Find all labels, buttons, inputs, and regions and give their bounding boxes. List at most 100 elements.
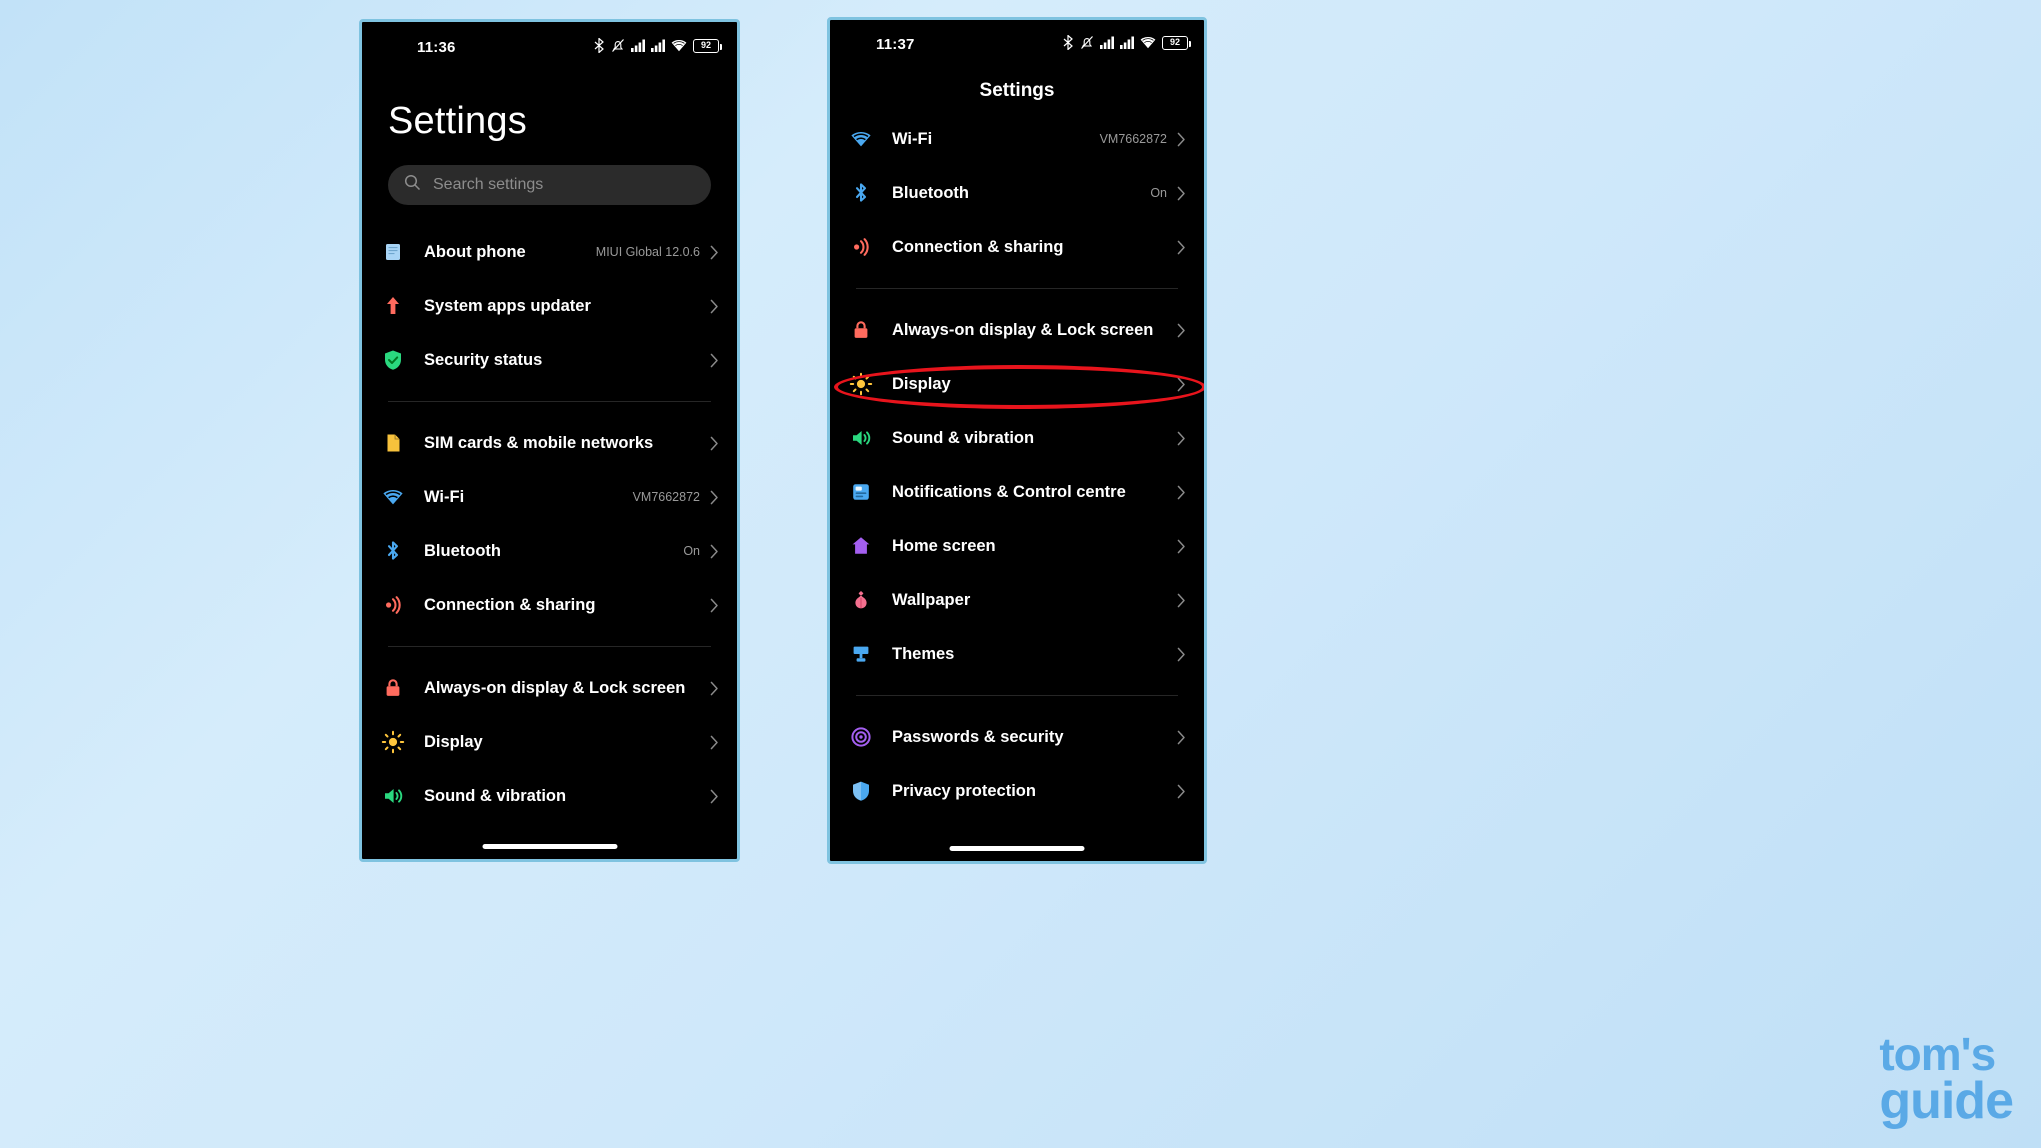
settings-row-connection-sharing[interactable]: Connection & sharing (380, 578, 719, 632)
connection-sharing-icon (380, 592, 406, 618)
display-icon (380, 729, 406, 755)
settings-row-label: About phone (424, 242, 526, 261)
chevron-right-icon (710, 598, 719, 613)
display-icon (848, 371, 874, 397)
settings-row-label: SIM cards & mobile networks (424, 433, 654, 452)
battery-percent: 92 (1169, 37, 1180, 47)
settings-row-always-on-display-lock-screen[interactable]: Always-on display & Lock screen (380, 661, 719, 715)
chevron-right-icon (1177, 132, 1186, 147)
settings-row-value: MIUI Global 12.0.6 (595, 245, 700, 259)
settings-row-home-screen[interactable]: Home screen (848, 519, 1186, 573)
settings-row-bluetooth[interactable]: Bluetooth On (380, 524, 719, 578)
about-phone-icon (380, 239, 406, 265)
settings-row-wi-fi[interactable]: Wi-Fi VM7662872 (848, 112, 1186, 166)
settings-row-value: On (1150, 186, 1167, 200)
settings-row-bluetooth[interactable]: Bluetooth On (848, 166, 1186, 220)
chevron-right-icon (710, 353, 719, 368)
watermark-line2: guide (1879, 1071, 2014, 1130)
settings-row-label: Sound & vibration (424, 786, 567, 805)
settings-row-label: Connection & sharing (892, 237, 1064, 256)
chevron-right-icon (1177, 323, 1186, 338)
themes-icon (848, 641, 874, 667)
search-settings-container: Search settings (362, 143, 737, 205)
settings-row-label: Wi-Fi (424, 487, 465, 506)
settings-row-wallpaper[interactable]: Wallpaper (848, 573, 1186, 627)
chevron-right-icon (710, 735, 719, 750)
search-input[interactable]: Search settings (388, 165, 711, 205)
system-apps-updater-icon (380, 293, 406, 319)
settings-row-label: Wi-Fi (892, 129, 933, 148)
bluetooth-icon (848, 180, 874, 206)
settings-row-label: Wallpaper (892, 590, 971, 609)
settings-row-label: Connection & sharing (424, 595, 596, 614)
settings-row-label: Bluetooth (892, 183, 969, 202)
settings-row-system-apps-updater[interactable]: System apps updater (380, 279, 719, 333)
status-bar-clock: 11:37 (876, 35, 915, 53)
chevron-right-icon (710, 490, 719, 505)
privacy-protection-icon (848, 778, 874, 804)
security-status-icon (380, 347, 406, 373)
settings-row-about-phone[interactable]: About phone MIUI Global 12.0.6 (380, 225, 719, 279)
wifi-icon (380, 484, 406, 510)
settings-row-sim-cards-mobile-networks[interactable]: SIM cards & mobile networks (380, 416, 719, 470)
sound-vibration-icon (848, 425, 874, 451)
settings-row-connection-sharing[interactable]: Connection & sharing (848, 220, 1186, 274)
chevron-right-icon (1177, 485, 1186, 500)
chevron-right-icon (1177, 593, 1186, 608)
list-divider (388, 401, 711, 402)
settings-row-label: Sound & vibration (892, 428, 1035, 447)
status-bar-icons: 92 (1063, 35, 1191, 50)
settings-row-label: Home screen (892, 536, 996, 555)
chevron-right-icon (1177, 647, 1186, 662)
battery-percent: 92 (700, 40, 711, 50)
settings-row-label: Notifications & Control centre (892, 482, 1126, 501)
settings-row-wi-fi[interactable]: Wi-Fi VM7662872 (380, 470, 719, 524)
page-title: Settings (388, 100, 527, 142)
chevron-right-icon (1177, 431, 1186, 446)
settings-row-sound-vibration[interactable]: Sound & vibration (380, 769, 719, 823)
settings-list-right[interactable]: Wi-Fi VM7662872 Bluetooth On Connection & sh… (830, 102, 1204, 818)
chevron-right-icon (710, 544, 719, 559)
settings-row-value: VM7662872 (632, 490, 700, 504)
phone-screenshot-left: 11:36 92 Settings Search settings About … (359, 19, 740, 862)
page-title: Settings (979, 80, 1055, 101)
signal-bars-icon (631, 39, 645, 52)
toms-guide-watermark: tom's guide (1879, 1031, 2014, 1130)
chevron-right-icon (710, 245, 719, 260)
settings-list-left[interactable]: About phone MIUI Global 12.0.6 System apps… (362, 205, 737, 823)
signal-bars-icon (1100, 36, 1114, 49)
settings-row-display[interactable]: Display (380, 715, 719, 769)
bluetooth-icon (380, 538, 406, 564)
list-divider (856, 695, 1178, 696)
silent-bell-icon (1080, 35, 1094, 50)
settings-row-label: Security status (424, 350, 543, 369)
settings-row-security-status[interactable]: Security status (380, 333, 719, 387)
battery-icon: 92 (693, 38, 722, 53)
settings-row-themes[interactable]: Themes (848, 627, 1186, 681)
chevron-right-icon (1177, 539, 1186, 554)
phone-screenshot-right: 11:37 92 Settings Wi-Fi VM7662872 Bluetoot… (827, 17, 1207, 864)
settings-row-label: Privacy protection (892, 781, 1036, 800)
home-indicator (482, 844, 617, 849)
settings-row-display[interactable]: Display (848, 357, 1186, 411)
settings-row-passwords-security[interactable]: Passwords & security (848, 710, 1186, 764)
settings-row-privacy-protection[interactable]: Privacy protection (848, 764, 1186, 818)
chevron-right-icon (710, 436, 719, 451)
wifi-icon (1140, 36, 1156, 49)
settings-row-notifications-control-centre[interactable]: Notifications & Control centre (848, 465, 1186, 519)
lock-icon (380, 675, 406, 701)
settings-row-always-on-display-lock-screen[interactable]: Always-on display & Lock screen (848, 303, 1186, 357)
status-bar-right: 11:37 92 (830, 20, 1204, 60)
status-bar-icons: 92 (594, 38, 722, 53)
silent-bell-icon (611, 38, 625, 53)
settings-row-label: Themes (892, 644, 955, 663)
status-bar-left: 11:36 92 (362, 22, 737, 62)
chevron-right-icon (710, 789, 719, 804)
status-bar-clock: 11:36 (417, 38, 456, 56)
wallpaper-icon (848, 587, 874, 613)
chevron-right-icon (1177, 784, 1186, 799)
signal-bars-icon (651, 39, 665, 52)
bluetooth-icon (1063, 35, 1074, 50)
bluetooth-icon (594, 38, 605, 53)
settings-row-sound-vibration[interactable]: Sound & vibration (848, 411, 1186, 465)
